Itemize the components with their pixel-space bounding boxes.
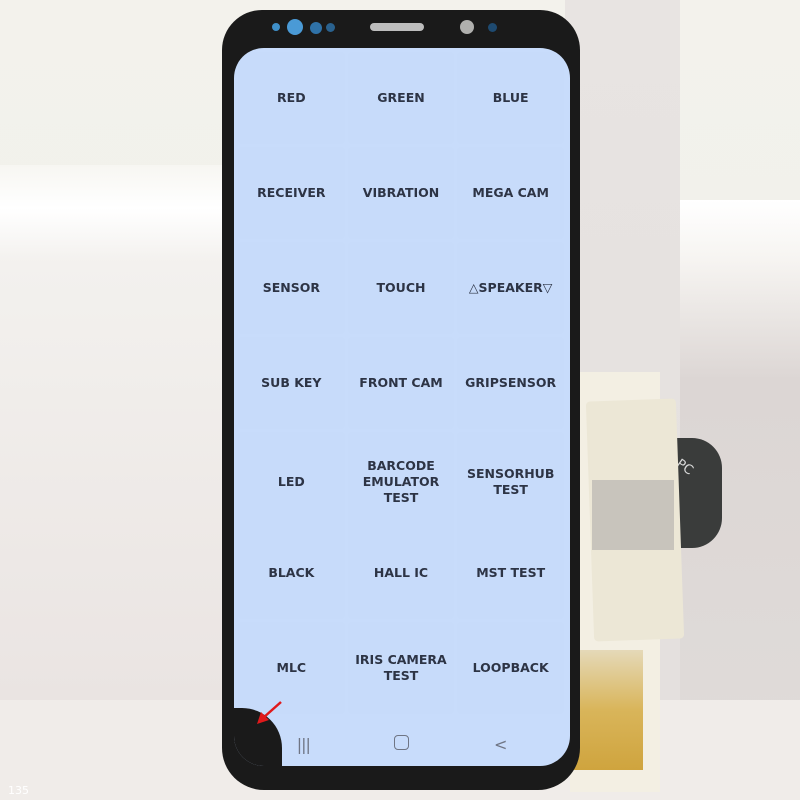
test-item-label: BLACK <box>268 565 315 580</box>
proximity-sensor-icon <box>272 23 280 31</box>
test-item-label: BLUE <box>492 90 529 105</box>
screen: RED GREEN BLUE RECEIVER VIBRATION MEGA C… <box>234 48 570 766</box>
test-item-label: HALL IC <box>373 565 429 580</box>
watermark: 135 <box>8 784 29 797</box>
test-item-hall-ic[interactable]: HALL IC <box>347 527 455 619</box>
test-item-label: MLC <box>276 660 307 675</box>
recents-button[interactable]: ||| <box>283 735 323 754</box>
earpiece-speaker <box>370 23 424 31</box>
test-item-label: RECEIVER <box>257 185 326 200</box>
test-item-barcode-emulator-test[interactable]: BARCODE EMULATOR TEST <box>347 432 455 532</box>
test-item-speaker[interactable]: △SPEAKER▽ <box>457 242 564 334</box>
test-item-blue[interactable]: BLUE <box>457 52 564 144</box>
test-item-loopback[interactable]: LOOPBACK <box>457 622 564 714</box>
led-indicator-icon <box>488 23 497 32</box>
light-sensor-icon <box>326 23 335 32</box>
iris-led-icon <box>287 19 303 35</box>
test-item-touch[interactable]: TOUCH <box>347 242 455 334</box>
test-item-mega-cam[interactable]: MEGA CAM <box>457 147 564 239</box>
arrow-shaft <box>262 701 282 719</box>
navigation-bar: ||| < <box>234 724 570 764</box>
test-item-label: IRIS CAMERA TEST <box>355 652 447 683</box>
test-item-led[interactable]: LED <box>238 432 345 532</box>
test-item-black[interactable]: BLACK <box>238 527 345 619</box>
test-item-label: FRONT CAM <box>359 375 443 390</box>
annotation-arrow-icon <box>257 701 282 724</box>
test-item-sensor[interactable]: SENSOR <box>238 242 345 334</box>
background-box-left <box>0 165 240 705</box>
test-item-label: LOOPBACK <box>472 660 549 675</box>
recents-icon: ||| <box>296 734 311 754</box>
back-button[interactable]: < <box>481 735 521 754</box>
test-item-label: MST TEST <box>476 565 546 580</box>
test-item-label: RED <box>277 90 306 105</box>
home-icon <box>394 734 410 750</box>
test-item-label: △SPEAKER▽ <box>468 280 553 295</box>
test-item-mlc[interactable]: MLC <box>238 622 345 714</box>
test-item-label: VIBRATION <box>362 185 440 200</box>
test-item-label: GREEN <box>377 90 425 105</box>
test-item-receiver[interactable]: RECEIVER <box>238 147 345 239</box>
back-icon: < <box>493 734 508 754</box>
test-item-label: SENSORHUB TEST <box>466 466 555 497</box>
test-item-label: GRIPSENSOR <box>465 375 557 390</box>
test-item-green[interactable]: GREEN <box>347 52 455 144</box>
phone-display: RED GREEN BLUE RECEIVER VIBRATION MEGA C… <box>222 10 580 790</box>
test-item-mst-test[interactable]: MST TEST <box>457 527 564 619</box>
test-item-label: BARCODE EMULATOR TEST <box>362 458 440 505</box>
test-item-iris-camera-test[interactable]: IRIS CAMERA TEST <box>347 622 455 714</box>
test-item-vibration[interactable]: VIBRATION <box>347 147 455 239</box>
test-item-label: LED <box>277 474 305 489</box>
test-item-front-cam[interactable]: FRONT CAM <box>347 337 455 429</box>
sensor-bar <box>222 10 580 50</box>
tape-band <box>592 480 674 550</box>
test-item-gripsensor[interactable]: GRIPSENSOR <box>457 337 564 429</box>
test-item-label: SENSOR <box>262 280 320 295</box>
test-item-sub-key[interactable]: SUB KEY <box>238 337 345 429</box>
test-item-label: MEGA CAM <box>472 185 549 200</box>
test-item-sensorhub-test[interactable]: SENSORHUB TEST <box>457 432 564 532</box>
test-item-label: TOUCH <box>376 280 426 295</box>
front-camera-icon <box>460 20 474 34</box>
iris-camera-icon <box>310 22 322 34</box>
test-item-label: SUB KEY <box>261 375 322 390</box>
test-item-red[interactable]: RED <box>238 52 345 144</box>
home-button[interactable] <box>382 734 422 754</box>
test-menu-grid: RED GREEN BLUE RECEIVER VIBRATION MEGA C… <box>238 52 564 714</box>
